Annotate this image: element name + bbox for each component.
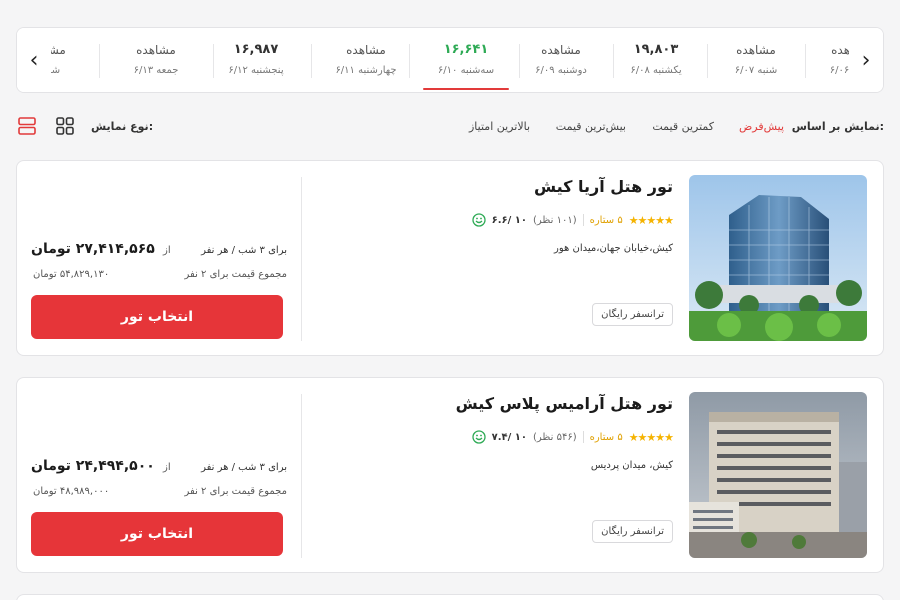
rating-score: ۷.۴/ ۱۰	[491, 431, 527, 443]
from-label: از	[163, 462, 171, 473]
date-day: چهارشنبه ۶/۱۱	[335, 65, 397, 76]
price: ۲۴,۴۹۴,۵۰۰ تومان	[31, 458, 155, 474]
date-price: ۱۶,۹۸۷	[233, 42, 279, 57]
view-label: نوع نمایش:	[91, 120, 154, 133]
date-cell[interactable]: مشاهده شنبه ۶/۰۷	[707, 28, 805, 92]
date-price: ۱۹,۸۰۳	[633, 42, 679, 57]
date-day: سه‌شنبه ۶/۱۰	[437, 65, 495, 76]
date-day: پنجشنبه ۶/۱۲	[228, 65, 284, 76]
price-block: برای ۳ شب / هر نفر از ۲۷,۴۱۴,۵۶۵ تومان م…	[31, 161, 287, 357]
hotel-address: کیش،خیابان جهان،میدان هور	[554, 243, 673, 254]
per-person-label: برای ۳ شب / هر نفر	[201, 245, 287, 256]
price: ۲۷,۴۱۴,۵۶۵ تومان	[31, 241, 155, 257]
hotel-title[interactable]: تور هتل آرامیس پلاس کیش	[456, 394, 673, 413]
rating-score: ۶.۶/ ۱۰	[491, 214, 527, 226]
sort-option-highest-price[interactable]: بیش‌ترین قیمت	[556, 120, 626, 133]
sort-option-default[interactable]: پیش‌فرض	[739, 120, 784, 133]
date-cell[interactable]: مشاهده دوشنبه ۶/۰۹	[512, 28, 610, 92]
total-label: مجموع قیمت برای ۲ نفر	[184, 269, 288, 280]
date-price: مشاهده	[541, 43, 581, 57]
date-day: یکشنبه ۶/۰۸	[630, 65, 682, 76]
hotel-address: کیش، میدان پردیس	[590, 460, 673, 471]
price-block: برای ۳ شب / هر نفر از ۲۴,۴۹۴,۵۰۰ تومان م…	[31, 378, 287, 574]
star-count: ۵ ستاره	[589, 214, 623, 226]
divider	[409, 44, 410, 78]
date-cell[interactable]: مشاهده چهارشنبه ۶/۱۱	[317, 28, 415, 92]
date-cell[interactable]: ۱۹,۸۰۳ یکشنبه ۶/۰۸	[607, 28, 705, 92]
sort-bar: نمایش بر اساس: پیش‌فرض کمترین قیمت بیش‌ت…	[16, 112, 884, 142]
date-day: جمعه ۶/۱۳	[133, 65, 179, 76]
hotel-card: تور هتل آریا کیش ★★★★★ ۵ ستاره (۱۰۱ نظر)…	[16, 160, 884, 356]
sort-option-lowest-price[interactable]: کمترین قیمت	[652, 120, 714, 133]
hotel-image[interactable]	[689, 392, 867, 558]
date-cell[interactable]: ۱۶,۹۸۷ پنجشنبه ۶/۱۲	[207, 28, 305, 92]
hotel-card: تور هتل آرامیس پلاس کیش ★★★★★ ۵ ستاره (۵…	[16, 377, 884, 573]
date-price: مشاهده	[736, 43, 776, 57]
review-count: (۵۴۶ نظر)	[532, 431, 577, 443]
grid-icon[interactable]	[54, 115, 76, 137]
divider	[582, 431, 584, 443]
sort-label: نمایش بر اساس:	[791, 120, 884, 133]
divider	[311, 44, 312, 78]
date-price: مشاهده	[346, 43, 386, 57]
rating-row: ★★★★★ ۵ ستاره (۱۰۱ نظر) ۶.۶/ ۱۰	[471, 213, 674, 227]
hotel-card-peek	[16, 594, 884, 600]
from-label: از	[163, 245, 171, 256]
chevron-right-icon[interactable]: ›	[849, 28, 883, 92]
total-price: ۴۸,۹۸۹,۰۰۰ تومان	[33, 486, 110, 497]
divider	[99, 44, 100, 78]
select-tour-button[interactable]: انتخاب تور	[31, 295, 283, 339]
divider	[582, 214, 584, 226]
date-day: شنبه ۶/۰۷	[734, 65, 778, 76]
date-cell[interactable]: مشاهده جمعه ۶/۱۳	[107, 28, 205, 92]
date-track: مشاهدهشنبه ۶ مشاهدهجمعه ۶/۱۳ ۱۶,۹۸۷پنجشن…	[26, 28, 883, 92]
star-count: ۵ ستاره	[589, 431, 623, 443]
star-icon: ★★★★★	[628, 430, 674, 444]
review-count: (۱۰۱ نظر)	[532, 214, 577, 226]
date-strip: ‹ مشاهدهشنبه ۶ مشاهدهجمعه ۶/۱۳ ۱۶,۹۸۷پنج…	[16, 27, 884, 93]
date-day: دوشنبه ۶/۰۹	[535, 65, 587, 76]
total-price: ۵۴,۸۲۹,۱۳۰ تومان	[33, 269, 110, 280]
star-icon: ★★★★★	[628, 213, 674, 227]
hotel-title[interactable]: تور هتل آریا کیش	[534, 177, 673, 196]
smile-icon	[471, 213, 486, 227]
smile-icon	[471, 430, 486, 444]
per-person-label: برای ۳ شب / هر نفر	[201, 462, 287, 473]
select-tour-button[interactable]: انتخاب تور	[31, 512, 283, 556]
rating-row: ★★★★★ ۵ ستاره (۵۴۶ نظر) ۷.۴/ ۱۰	[471, 430, 674, 444]
chevron-left-icon[interactable]: ‹	[17, 28, 51, 92]
free-transfer-tag: ترانسفر رایگان	[592, 520, 673, 543]
divider	[301, 177, 302, 341]
free-transfer-tag: ترانسفر رایگان	[592, 303, 673, 326]
date-price: ۱۶,۶۴۱	[443, 42, 489, 57]
total-label: مجموع قیمت برای ۲ نفر	[184, 486, 288, 497]
hotel-image[interactable]	[689, 175, 867, 341]
sort-option-top-rated[interactable]: بالاترین امتیاز	[469, 120, 530, 133]
list-icon[interactable]	[16, 115, 38, 137]
date-cell-active[interactable]: ۱۶,۶۴۱ سه‌شنبه ۶/۱۰	[417, 28, 515, 92]
date-price: مشاهده	[136, 43, 176, 57]
divider	[301, 394, 302, 558]
